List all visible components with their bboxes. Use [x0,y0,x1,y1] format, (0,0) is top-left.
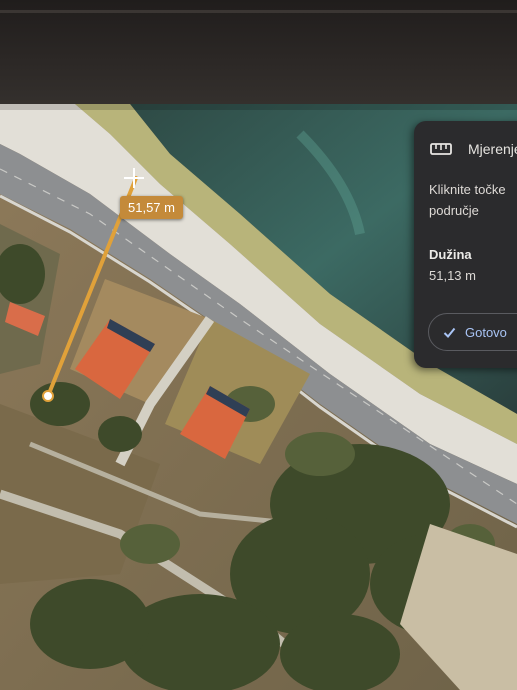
bezel-seam [0,10,517,13]
panel-title: Mjerenje [468,141,517,157]
panel-hint: Kliknite točke područje [429,182,506,218]
length-value: 51,13 m [429,268,476,283]
done-button-label: Gotovo [465,324,507,340]
panel-header: Mjerenje [430,141,517,157]
ruler-icon [430,143,452,155]
device-bezel [0,0,517,104]
crosshair-icon[interactable] [124,168,144,188]
measure-distance-label: 51,57 m [120,196,183,219]
length-label: Dužina [429,247,472,262]
done-button[interactable]: Gotovo [428,313,517,351]
measure-panel: Mjerenje Kliknite točke područje Dužina … [414,121,517,368]
measure-point[interactable] [42,390,54,402]
check-icon [443,327,456,338]
